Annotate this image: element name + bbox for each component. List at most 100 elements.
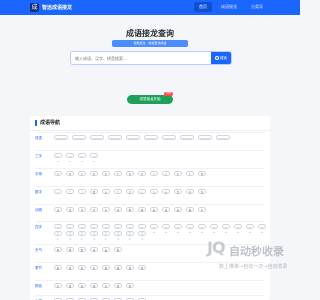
nav-chip[interactable]: 一一一一: [126, 135, 140, 140]
nav-chip[interactable]: 黑: [114, 283, 122, 288]
nav-chip[interactable]: 一一: [102, 224, 110, 234]
nav-chip[interactable]: 秋: [78, 265, 86, 270]
nav-chip[interactable]: 一一: [66, 153, 74, 163]
nav-chip[interactable]: 一一: [222, 224, 230, 234]
nav-chip[interactable]: 风: [54, 247, 62, 252]
nav-chip[interactable]: 虎: [66, 207, 74, 212]
nav-chip[interactable]: 晴: [126, 265, 134, 270]
nav-chip[interactable]: 一一一一: [216, 135, 230, 140]
nav-chip[interactable]: 蓝: [78, 283, 86, 288]
nav-chip[interactable]: 七: [126, 189, 134, 194]
nav-chip[interactable]: 万: [198, 189, 206, 194]
nav-chip[interactable]: L: [186, 171, 194, 176]
nav-chip[interactable]: 白: [102, 283, 110, 288]
nav-chip[interactable]: 一一一一: [162, 135, 176, 140]
nav-chip[interactable]: 三: [78, 189, 86, 194]
nav-chip[interactable]: A: [54, 171, 62, 176]
nav-chip[interactable]: 一一: [162, 224, 170, 234]
nav-chip[interactable]: C: [78, 171, 86, 176]
nav-chip[interactable]: 一一: [198, 224, 206, 234]
nav-chip[interactable]: 狗: [126, 207, 134, 212]
nav-chip[interactable]: 一一: [234, 224, 242, 234]
nav-chip[interactable]: 一一: [174, 224, 182, 234]
nav-chip[interactable]: 兔: [162, 207, 170, 212]
nav-chip[interactable]: 一一一一: [180, 135, 194, 140]
nav-chip[interactable]: 一一: [78, 153, 86, 163]
nav-chip[interactable]: 一一: [78, 224, 86, 234]
nav-item-home[interactable]: 首页: [194, 2, 212, 12]
nav-chip[interactable]: 二: [66, 189, 74, 194]
nav-chip[interactable]: 一一: [210, 224, 218, 234]
nav-chip[interactable]: 一一: [90, 231, 98, 241]
nav-chip[interactable]: 雾: [114, 247, 122, 252]
nav-chip[interactable]: 暑: [114, 265, 122, 270]
nav-chip[interactable]: F: [114, 171, 122, 176]
nav-item-idiom-chain[interactable]: 成语接龙: [216, 2, 242, 12]
nav-chip[interactable]: 一一一一: [90, 135, 104, 140]
nav-chip[interactable]: 一一一一: [198, 135, 212, 140]
nav-chip[interactable]: G: [126, 171, 134, 176]
nav-chip[interactable]: 一一一一: [108, 135, 122, 140]
nav-chip[interactable]: 鸡: [114, 207, 122, 212]
nav-chip[interactable]: 紫: [126, 283, 134, 288]
nav-chip[interactable]: 羊: [102, 207, 110, 212]
nav-chip[interactable]: E: [102, 171, 110, 176]
nav-item-categories[interactable]: 分类导: [246, 2, 268, 12]
nav-chip[interactable]: 夏: [66, 265, 74, 270]
nav-chip[interactable]: 黄: [66, 283, 74, 288]
nav-chip[interactable]: 一一: [78, 231, 86, 241]
nav-chip[interactable]: 龙: [54, 207, 62, 212]
nav-chip[interactable]: 一一: [114, 231, 122, 241]
nav-chip[interactable]: 五: [102, 189, 110, 194]
nav-chip[interactable]: 云: [102, 247, 110, 252]
nav-chip[interactable]: 一一: [258, 224, 266, 234]
nav-chip[interactable]: 六: [114, 189, 122, 194]
nav-chip[interactable]: 雨: [66, 247, 74, 252]
nav-chip[interactable]: 一一: [54, 231, 62, 241]
nav-chip[interactable]: 一一: [186, 224, 194, 234]
nav-chip[interactable]: 一一: [90, 224, 98, 234]
nav-chip[interactable]: 雷: [78, 247, 86, 252]
nav-chip[interactable]: 绿: [90, 283, 98, 288]
nav-chip[interactable]: 鸟: [198, 207, 206, 212]
nav-chip[interactable]: 四: [90, 189, 98, 194]
nav-chip[interactable]: 一一: [138, 231, 146, 241]
nav-chip[interactable]: 一一: [246, 224, 254, 234]
nav-chip[interactable]: 一: [54, 189, 62, 194]
nav-chip[interactable]: B: [66, 171, 74, 176]
nav-chip[interactable]: 一一: [66, 224, 74, 234]
nav-chip[interactable]: 牛: [90, 207, 98, 212]
nav-chip[interactable]: 一一: [126, 231, 134, 241]
site-logo[interactable]: 成 智远成语接龙: [30, 3, 72, 12]
nav-chip[interactable]: I: [150, 171, 158, 176]
start-chain-button[interactable]: 成语接龙开始: [127, 95, 173, 104]
nav-chip[interactable]: M: [198, 171, 206, 176]
nav-chip[interactable]: 一一一一: [54, 135, 68, 140]
nav-chip[interactable]: 一一: [114, 224, 122, 234]
nav-chip[interactable]: 蛇: [174, 207, 182, 212]
nav-chip[interactable]: H: [138, 171, 146, 176]
nav-chip[interactable]: 九: [150, 189, 158, 194]
nav-chip[interactable]: 寒: [102, 265, 110, 270]
nav-chip[interactable]: 鼠: [150, 207, 158, 212]
nav-chip[interactable]: 春: [54, 265, 62, 270]
nav-chip[interactable]: 一一: [90, 153, 98, 163]
nav-chip[interactable]: 八: [138, 189, 146, 194]
nav-chip[interactable]: 一一一一: [72, 135, 86, 140]
nav-chip[interactable]: 一一: [66, 231, 74, 241]
nav-chip[interactable]: 百: [174, 189, 182, 194]
nav-chip[interactable]: 阴: [138, 265, 146, 270]
nav-chip[interactable]: K: [174, 171, 182, 176]
nav-chip[interactable]: 猪: [138, 207, 146, 212]
nav-chip[interactable]: 电: [90, 247, 98, 252]
nav-chip[interactable]: 一一: [54, 153, 62, 163]
nav-chip[interactable]: 冬: [90, 265, 98, 270]
search-button[interactable]: 搜索: [211, 52, 231, 64]
nav-chip[interactable]: 一一: [150, 224, 158, 234]
nav-chip[interactable]: 千: [186, 189, 194, 194]
nav-chip[interactable]: 一一一一: [144, 135, 158, 140]
nav-chip[interactable]: 红: [54, 283, 62, 288]
nav-chip[interactable]: 一一: [126, 224, 134, 234]
nav-chip[interactable]: 一一: [138, 224, 146, 234]
nav-chip[interactable]: 猴: [186, 207, 194, 212]
